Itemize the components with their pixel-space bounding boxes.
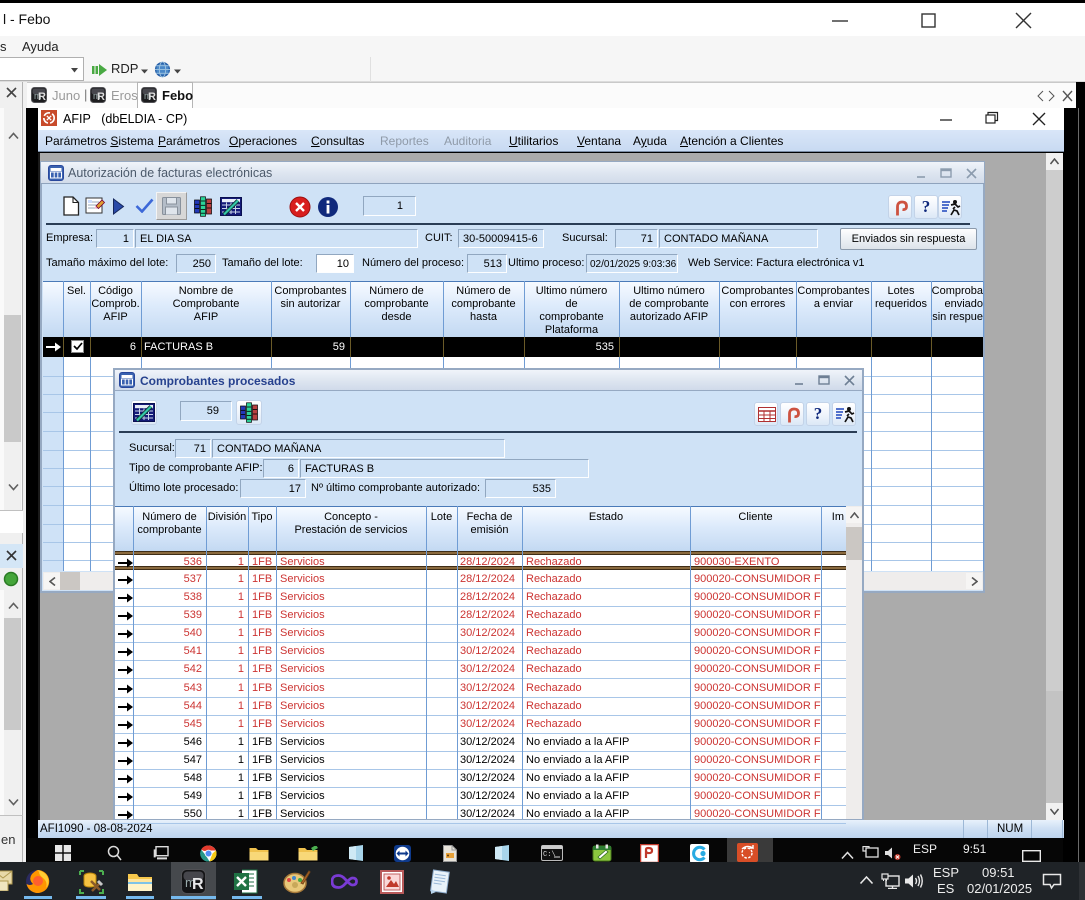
svg-text:R: R (38, 91, 46, 103)
svg-text:R: R (97, 91, 105, 103)
svg-text:R: R (148, 91, 156, 103)
svg-text:C:\: C:\ (543, 851, 556, 859)
svg-text:R: R (192, 876, 204, 893)
